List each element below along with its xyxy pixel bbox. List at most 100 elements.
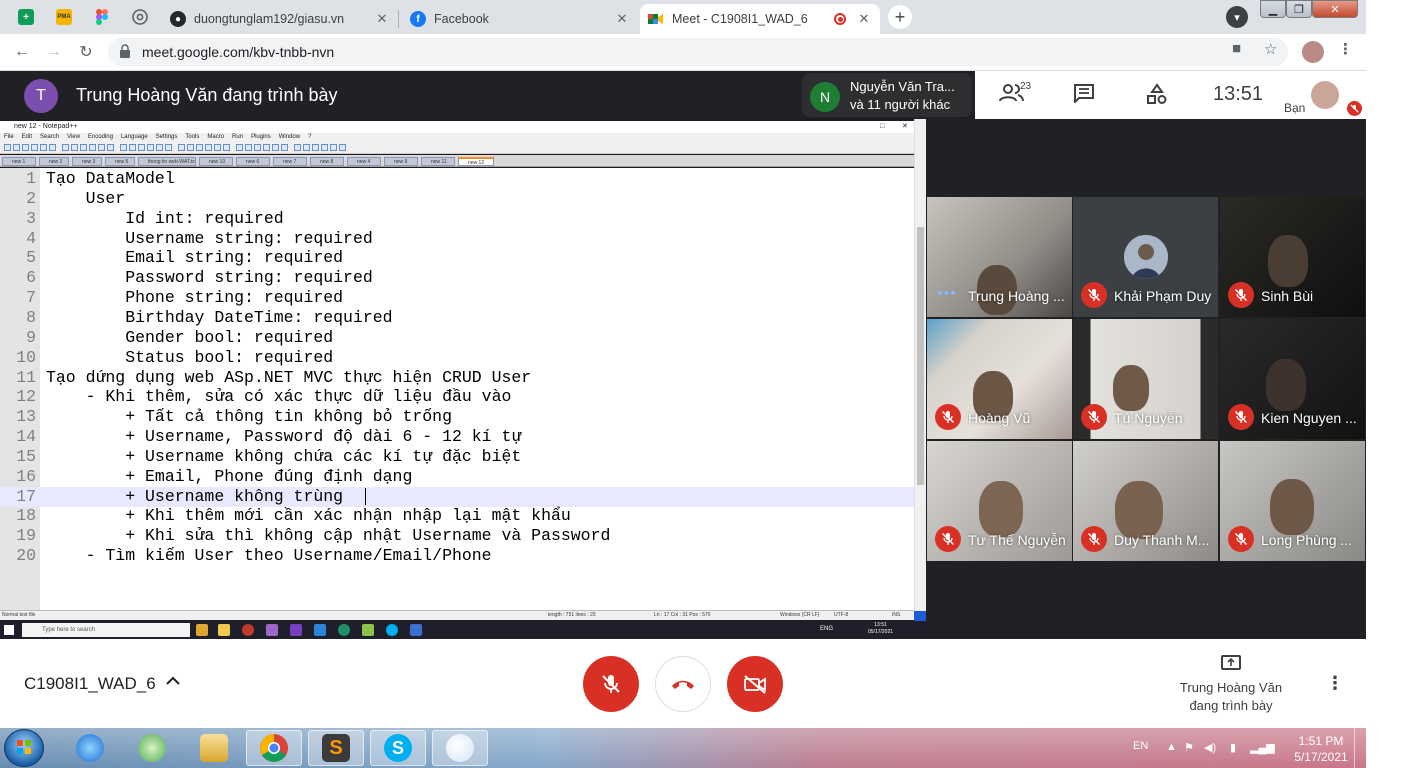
- back-icon[interactable]: ←: [12, 42, 32, 62]
- participant-tile[interactable]: Long Phùng ...: [1220, 441, 1365, 561]
- maximize-button[interactable]: ❐: [1286, 0, 1312, 18]
- new-tab-button[interactable]: +: [888, 5, 912, 29]
- menu-item: Language: [120, 134, 148, 140]
- lock-icon: [120, 44, 130, 58]
- participant-tile[interactable]: Kien Nguyen ...: [1220, 319, 1365, 439]
- taskbar-paint[interactable]: [432, 730, 488, 766]
- window-edge: [914, 611, 926, 621]
- line-text: + Username không chứa các kí tự đặc biệt: [46, 446, 522, 466]
- flag-icon[interactable]: ⚑: [1184, 741, 1194, 754]
- participant-tile[interactable]: Tư Thế Nguyễn: [927, 441, 1072, 561]
- mic-toggle-button[interactable]: [583, 656, 639, 712]
- notepad-titlebar: new 12 - Notepad++ □ ✕: [0, 121, 914, 133]
- menu-item: ?: [308, 134, 312, 140]
- profile-avatar[interactable]: [1302, 41, 1324, 63]
- participant-tile[interactable]: Tú Nguyễn: [1073, 319, 1218, 439]
- show-hidden-icons[interactable]: ▲: [1166, 741, 1177, 753]
- menu-item: Settings: [155, 134, 178, 140]
- participant-name: Tú Nguyễn: [1114, 410, 1183, 426]
- line-number: 16: [16, 466, 36, 486]
- leave-call-button[interactable]: [655, 656, 711, 712]
- camera-icon[interactable]: ■: [1232, 40, 1241, 57]
- code-editor[interactable]: 1 Tạo DataModel 2 User 3 Id int: required 4 …: [0, 168, 914, 610]
- toolbar-icon: [138, 144, 145, 151]
- inner-lang: ENG: [820, 626, 834, 632]
- taskbar-ie[interactable]: [62, 730, 118, 766]
- forward-icon[interactable]: →: [44, 42, 64, 62]
- battery-icon[interactable]: ▮: [1230, 741, 1236, 754]
- bookmark-star-icon[interactable]: ☆: [1264, 40, 1277, 58]
- chrome-icon[interactable]: [126, 5, 154, 29]
- line-number: 12: [16, 387, 36, 407]
- show-desktop-button[interactable]: [1354, 728, 1364, 768]
- taskbar-date: 5/17/2021: [1294, 750, 1348, 764]
- activities-icon[interactable]: [1146, 83, 1168, 111]
- present-screen-icon[interactable]: [1221, 655, 1241, 670]
- taskbar-time: 1:51 PM: [1298, 734, 1344, 748]
- toolbar-icon: [214, 144, 221, 151]
- language-indicator[interactable]: EN: [1133, 740, 1148, 752]
- sheets-icon[interactable]: +: [12, 5, 40, 29]
- code-line: 13 + Tất cả thông tin không bỏ trống: [0, 407, 914, 427]
- chevron-down-icon[interactable]: ▾: [1226, 6, 1248, 28]
- participant-tile[interactable]: Khải Phạm Duy: [1073, 197, 1218, 317]
- scroll-thumb[interactable]: [917, 227, 924, 485]
- notepad-tab: new 9: [384, 157, 418, 166]
- participant-tile[interactable]: Duy Thanh M...: [1073, 441, 1218, 561]
- line-number: 15: [16, 446, 36, 466]
- close-icon[interactable]: ✕: [374, 11, 390, 27]
- code-line: 18 + Khi thêm mới cần xác nhận nhập lại …: [0, 506, 914, 526]
- taskbar-clock[interactable]: 1:51 PM 5/17/2021: [1284, 733, 1358, 765]
- camera-toggle-button[interactable]: [727, 656, 783, 712]
- menu-item: Plugins: [251, 134, 271, 140]
- close-icon[interactable]: ✕: [856, 11, 872, 27]
- taskbar-chrome[interactable]: [246, 730, 302, 766]
- self-avatar[interactable]: [1311, 81, 1339, 109]
- presenting-status[interactable]: Trung Hoàng Văn đang trình bày: [1166, 679, 1296, 715]
- chat-icon[interactable]: [1073, 83, 1095, 109]
- close-icon[interactable]: ✕: [614, 11, 630, 27]
- toolbar-icon: [294, 144, 301, 151]
- toolbar-icon: [13, 144, 20, 151]
- windows-start-button[interactable]: [4, 729, 44, 767]
- menu-item: File: [4, 134, 14, 140]
- tab-meet[interactable]: Meet - C1908I1_WAD_6 ✕: [640, 4, 880, 34]
- menu-kebab-icon[interactable]: ⋮: [1338, 40, 1353, 58]
- toolbar-icon: [254, 144, 261, 151]
- folder-icon: [218, 624, 230, 636]
- line-text: - Khi thêm, sửa có xác thực dữ liệu đầu …: [46, 387, 512, 407]
- line-text: User: [46, 188, 126, 208]
- participant-tile[interactable]: Hoàng Vũ: [927, 319, 1072, 439]
- editor-scrollbar[interactable]: [914, 119, 926, 619]
- taskbar-sublime[interactable]: S: [308, 730, 364, 766]
- tab-facebook[interactable]: f Facebook ✕: [402, 4, 638, 34]
- status-length: length : 751 lines : 20: [548, 612, 596, 618]
- toolbar-icon: [4, 144, 11, 151]
- figma-icon[interactable]: [88, 5, 116, 29]
- participant-tile[interactable]: Sinh Bùi: [1220, 197, 1365, 317]
- reload-icon[interactable]: ↻: [76, 42, 96, 62]
- more-options-icon[interactable]: ⋮: [1326, 673, 1344, 694]
- code-line: 11 Tạo dứng dụng web ASp.NET MVC thực hiệ…: [0, 368, 914, 388]
- url-text: meet.google.com/kbv-tnbb-nvn: [142, 44, 335, 60]
- pma-icon[interactable]: PMA: [50, 5, 78, 29]
- participant-video: [1113, 365, 1149, 411]
- chevron-up-icon[interactable]: [166, 673, 180, 689]
- app-icon: [138, 734, 166, 762]
- menu-item: Tools: [185, 134, 200, 140]
- minimize-button[interactable]: ▁: [1260, 0, 1286, 18]
- participant-tile[interactable]: ••• Trung Hoàng ...: [927, 197, 1072, 317]
- menu-item: Edit: [21, 134, 33, 140]
- close-window-button[interactable]: ✕: [1312, 0, 1358, 18]
- omnibox[interactable]: meet.google.com/kbv-tnbb-nvn: [108, 38, 1288, 66]
- taskbar-app-green[interactable]: [124, 730, 180, 766]
- taskbar-skype[interactable]: S: [370, 730, 426, 766]
- volume-icon[interactable]: ◀): [1204, 741, 1216, 754]
- taskbar-explorer[interactable]: [186, 730, 242, 766]
- line-text: Tạo dứng dụng web ASp.NET MVC thực hiện …: [46, 367, 532, 387]
- tab-github[interactable]: ● duongtunglam192/giasu.vn ✕: [162, 4, 398, 34]
- network-icon[interactable]: ▂▄▆: [1250, 741, 1275, 754]
- people-chip[interactable]: N Nguyễn Văn Tra... và 11 người khác: [802, 73, 972, 117]
- self-label: Bạn: [1284, 101, 1306, 115]
- code-line: 7 Phone string: required: [0, 288, 914, 308]
